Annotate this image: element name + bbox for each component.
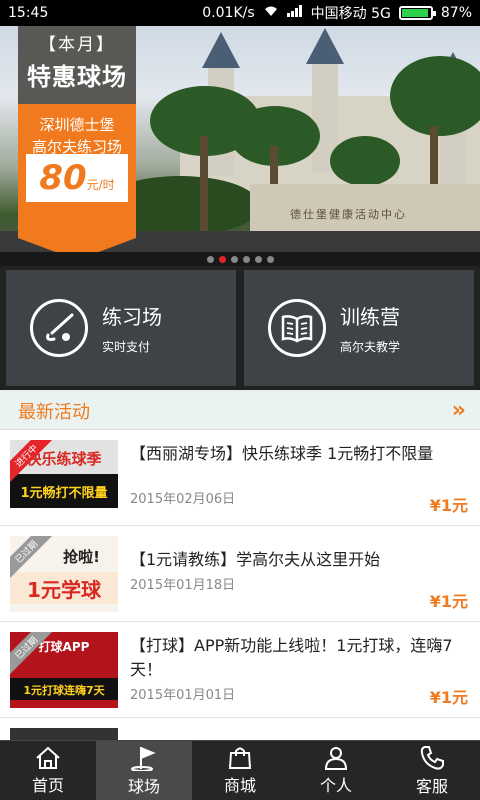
- activity-thumbnail: 快乐练球季 1元畅打不限量 进行中: [10, 440, 118, 516]
- activity-price: ¥1元: [429, 688, 468, 707]
- activity-price: ¥1元: [429, 496, 468, 515]
- category-desc: 高尔夫教学: [340, 340, 401, 354]
- promo-title: 特惠球场: [27, 63, 127, 91]
- tab-label: 球场: [127, 776, 160, 796]
- promo-banner[interactable]: 德仕堡健康活动中心 【本月】 特惠球场 深圳德士堡 高尔夫练习场 80 元/时: [0, 26, 480, 262]
- status-bar: 15:45 0.01K/s 中国移动 5G 87%: [0, 0, 480, 26]
- tab-label: 首页: [31, 775, 64, 795]
- latest-activities-header: 最新活动 »: [0, 392, 480, 430]
- activity-thumbnail: 抢啦! 1元学球 已过期: [10, 536, 118, 612]
- carousel-indicator: [0, 252, 480, 266]
- activity-thumbnail: [10, 728, 118, 740]
- tab-course[interactable]: 球场: [96, 741, 192, 800]
- activity-price: ¥1元: [429, 592, 468, 611]
- promo-venue-line1: 深圳德士堡: [39, 116, 115, 134]
- bottom-tab-bar: 首页 球场 商城 个人 客服: [0, 740, 480, 800]
- activity-title: 【1元请教练】学高尔夫从这里开始: [130, 550, 381, 569]
- carrier-label: 中国移动 5G: [310, 6, 391, 22]
- network-speed: 0.01K/s: [202, 5, 255, 21]
- carousel-dot[interactable]: [242, 255, 250, 263]
- phone-icon: [420, 745, 444, 770]
- person-icon: [324, 746, 348, 770]
- category-title: 训练营: [340, 305, 400, 329]
- category-driving-range[interactable]: 练习场 实时支付: [6, 270, 236, 386]
- promo-price-unit: 元/时: [86, 178, 115, 192]
- battery-icon: [398, 6, 436, 20]
- shopping-bag-icon: [228, 747, 252, 769]
- carousel-dot[interactable]: [230, 255, 238, 263]
- golf-swing-icon: [30, 299, 88, 357]
- activity-date: 2015年01月18日: [130, 578, 236, 593]
- tab-label: 商城: [223, 775, 256, 795]
- banner-sign-text: 德仕堡健康活动中心: [290, 208, 407, 221]
- list-item[interactable]: 打球APP 1元打球连嗨7天 已过期 【打球】APP新功能上线啦！1元打球，连嗨…: [0, 622, 480, 718]
- category-title: 练习场: [102, 305, 162, 329]
- category-training-camp[interactable]: 训练营 高尔夫教学: [244, 270, 474, 386]
- thumb-text: 1元畅打不限量: [20, 486, 108, 501]
- tab-service[interactable]: 客服: [384, 741, 480, 800]
- activity-title: 【西丽湖专场】快乐练球季 1元畅打不限量: [130, 444, 434, 463]
- carousel-dot[interactable]: [266, 255, 274, 263]
- activity-date: 2015年02月06日: [130, 492, 236, 507]
- tab-profile[interactable]: 个人: [288, 741, 384, 800]
- thumb-text: 1元打球连嗨7天: [23, 684, 105, 697]
- promo-period: 【本月】: [39, 35, 115, 55]
- carousel-dot[interactable]: [218, 255, 226, 263]
- carousel-dot[interactable]: [254, 255, 262, 263]
- home-icon: [36, 746, 60, 769]
- promo-price-value: 80: [39, 158, 87, 198]
- wifi-icon: [263, 5, 279, 21]
- activity-date: 2015年01月01日: [130, 688, 236, 703]
- promo-price: 80 元/时: [26, 154, 128, 202]
- tab-home[interactable]: 首页: [0, 741, 96, 800]
- golf-flag-icon: [131, 746, 156, 771]
- status-time: 15:45: [8, 5, 49, 21]
- battery-level: 87%: [440, 5, 472, 21]
- activity-title: 【打球】APP新功能上线啦！1元打球，连嗨7天！: [130, 636, 453, 679]
- tab-label: 客服: [415, 776, 448, 796]
- category-desc: 实时支付: [102, 340, 151, 354]
- list-item[interactable]: 抢啦! 1元学球 已过期 【1元请教练】学高尔夫从这里开始 2015年01月18…: [0, 526, 480, 622]
- carousel-dot[interactable]: [206, 255, 214, 263]
- promo-badge: 【本月】 特惠球场 深圳德士堡 高尔夫练习场 80 元/时: [18, 26, 136, 260]
- list-item[interactable]: [0, 718, 480, 740]
- activity-thumbnail: 打球APP 1元打球连嗨7天 已过期: [10, 632, 118, 708]
- book-icon: [268, 299, 326, 357]
- section-title: 最新活动: [18, 401, 90, 423]
- tab-label: 个人: [319, 775, 352, 795]
- category-cards: 练习场 实时支付 训练营 高尔夫教学: [0, 266, 480, 390]
- activity-list: 快乐练球季 1元畅打不限量 进行中 【西丽湖专场】快乐练球季 1元畅打不限量 2…: [0, 430, 480, 740]
- tab-shop[interactable]: 商城: [192, 741, 288, 800]
- thumb-text: 1元学球: [27, 578, 101, 602]
- more-arrow-icon[interactable]: »: [452, 398, 466, 423]
- signal-icon: [286, 5, 303, 21]
- list-item[interactable]: 快乐练球季 1元畅打不限量 进行中 【西丽湖专场】快乐练球季 1元畅打不限量 2…: [0, 430, 480, 526]
